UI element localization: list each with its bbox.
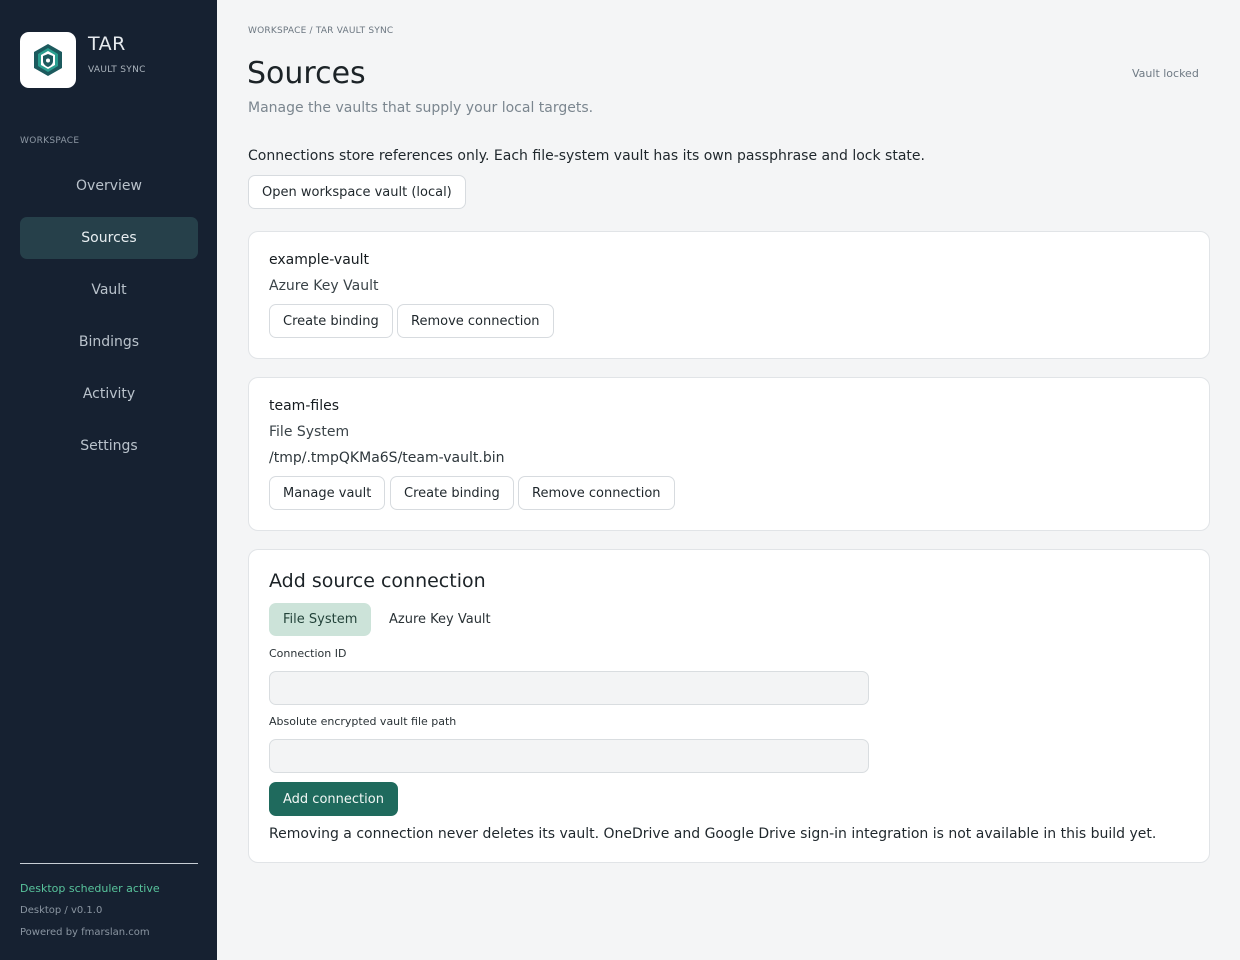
powered-by-link[interactable]: Powered by fmarslan.com bbox=[20, 927, 150, 938]
sidebar-item-vault[interactable]: Vault bbox=[20, 269, 198, 311]
create-binding-button[interactable]: Create binding bbox=[269, 304, 393, 338]
manage-vault-button[interactable]: Manage vault bbox=[269, 476, 386, 510]
create-binding-button[interactable]: Create binding bbox=[390, 476, 514, 510]
sidebar-item-overview[interactable]: Overview bbox=[20, 165, 198, 207]
scheduler-status: Desktop scheduler active bbox=[20, 882, 160, 895]
removal-note: Removing a connection never deletes its … bbox=[269, 826, 1157, 842]
connection-type: File System bbox=[269, 424, 350, 440]
add-connection-button[interactable]: Add connection bbox=[269, 782, 398, 816]
open-workspace-vault-button[interactable]: Open workspace vault (local) bbox=[248, 175, 466, 209]
add-connection-title: Add source connection bbox=[269, 570, 486, 592]
connection-card: team-files File System /tmp/.tmpQKMa6S/t… bbox=[248, 377, 1210, 531]
connection-id: team-files bbox=[269, 398, 339, 414]
breadcrumb: WORKSPACE / TAR VAULT SYNC bbox=[248, 26, 394, 36]
sidebar-item-settings[interactable]: Settings bbox=[20, 425, 198, 467]
sidebar-divider bbox=[20, 863, 198, 864]
connection-path: /tmp/.tmpQKMa6S/team-vault.bin bbox=[269, 450, 505, 466]
sidebar-item-bindings[interactable]: Bindings bbox=[20, 321, 198, 363]
tab-file-system[interactable]: File System bbox=[269, 603, 372, 636]
version-label: Desktop / v0.1.0 bbox=[20, 905, 103, 916]
sidebar-nav: Overview Sources Vault Bindings Activity… bbox=[20, 165, 198, 477]
sidebar-item-activity[interactable]: Activity bbox=[20, 373, 198, 415]
info-text: Connections store references only. Each … bbox=[248, 148, 925, 164]
sidebar-section-label: WORKSPACE bbox=[20, 136, 80, 146]
tab-azure-key-vault[interactable]: Azure Key Vault bbox=[375, 603, 505, 636]
vault-path-label: Absolute encrypted vault file path bbox=[269, 715, 457, 728]
vault-lock-status: Vault locked bbox=[1132, 67, 1199, 80]
brand-subtitle: VAULT SYNC bbox=[88, 65, 146, 75]
page-title: Sources bbox=[247, 56, 366, 91]
remove-connection-button[interactable]: Remove connection bbox=[518, 476, 675, 510]
connection-id-label: Connection ID bbox=[269, 647, 347, 660]
connection-card: example-vault Azure Key Vault Create bin… bbox=[248, 231, 1210, 359]
page-subtitle: Manage the vaults that supply your local… bbox=[248, 100, 594, 116]
remove-connection-button[interactable]: Remove connection bbox=[397, 304, 554, 338]
vault-path-input[interactable] bbox=[269, 739, 869, 773]
shield-logo-icon bbox=[20, 32, 76, 88]
sidebar: TAR VAULT SYNC WORKSPACE Overview Source… bbox=[0, 0, 217, 960]
connection-id: example-vault bbox=[269, 252, 370, 268]
add-connection-card: Add source connection File System Azure … bbox=[248, 549, 1210, 863]
connection-id-input[interactable] bbox=[269, 671, 869, 705]
brand-name: TAR bbox=[88, 33, 126, 55]
sidebar-item-sources[interactable]: Sources bbox=[20, 217, 198, 259]
connection-type: Azure Key Vault bbox=[269, 278, 379, 294]
